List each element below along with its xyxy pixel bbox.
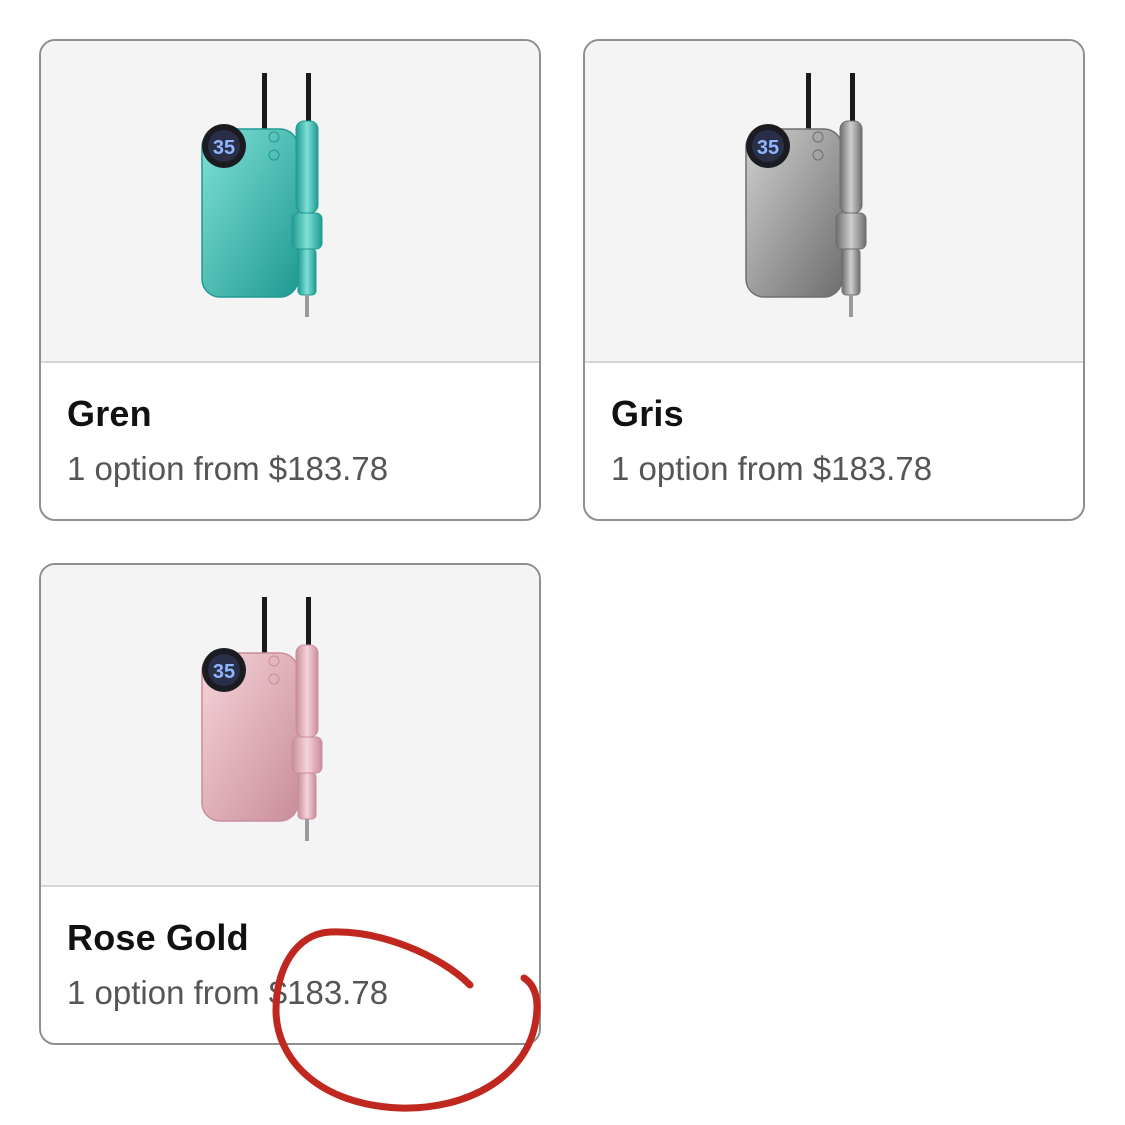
handpiece — [295, 120, 319, 214]
cable — [306, 73, 311, 123]
handpiece — [295, 644, 319, 738]
cable — [262, 73, 267, 133]
variant-card-gren[interactable]: 35 Gren 1 option from $183.78 — [39, 39, 541, 521]
drill-bit — [849, 295, 853, 317]
variant-price-text: 1 option from $183.78 — [67, 974, 389, 1011]
variant-image: 35 — [585, 41, 1083, 363]
nail-drill-grey-icon: 35 — [745, 73, 867, 317]
cable — [806, 73, 811, 133]
variant-card-rose-gold[interactable]: 35 Rose Gold 1 option from $183.78 — [39, 563, 541, 1045]
variant-price-text: 1 option from $183.78 — [611, 450, 933, 487]
handpiece — [839, 120, 863, 214]
nail-drill-rose-gold-icon: 35 — [201, 597, 323, 841]
cable — [262, 597, 267, 657]
display-value: 35 — [213, 137, 235, 159]
cable — [306, 597, 311, 647]
variant-name: Rose Gold — [67, 917, 249, 958]
variant-card-gris[interactable]: 35 Gris 1 option from $183.78 — [583, 39, 1085, 521]
drill-bit — [305, 819, 309, 841]
cable — [850, 73, 855, 123]
variant-name: Gris — [611, 393, 684, 434]
display-value: 35 — [757, 137, 779, 159]
nail-drill-green-icon: 35 — [201, 73, 323, 317]
variant-image: 35 — [41, 565, 539, 887]
variant-name: Gren — [67, 393, 152, 434]
display-value: 35 — [213, 661, 235, 683]
variant-grid: 35 Gren 1 option from $183.78 35 Gris 1 … — [0, 0, 1125, 1125]
variant-image: 35 — [41, 41, 539, 363]
variant-price-text: 1 option from $183.78 — [67, 450, 389, 487]
drill-bit — [305, 295, 309, 317]
